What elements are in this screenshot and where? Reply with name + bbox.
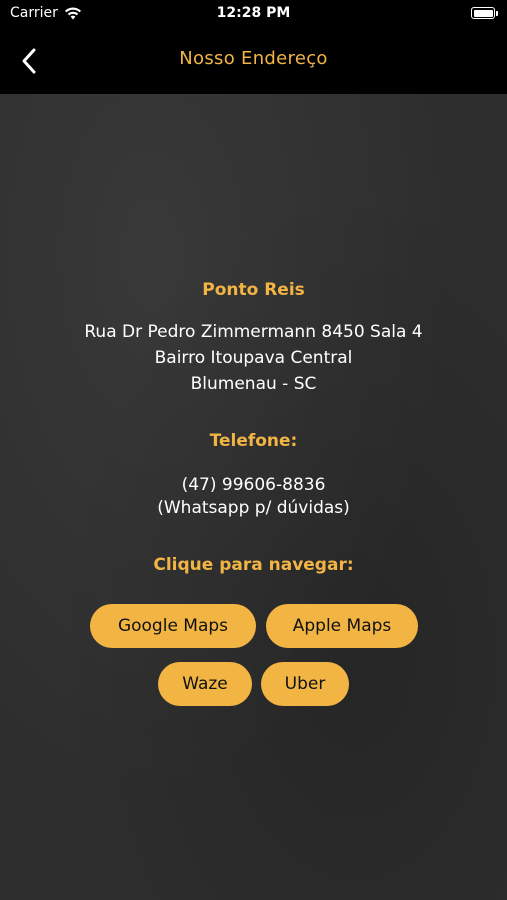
phone-title: Telefone:	[209, 431, 298, 451]
status-time: 12:28 PM	[216, 5, 291, 21]
address-content: Ponto Reis Rua Dr Pedro Zimmermann 8450 …	[0, 94, 507, 900]
place-name: Ponto Reis	[202, 280, 305, 300]
phone-number: (47) 99606-8836	[181, 475, 326, 495]
navigation-bar: Nosso Endereço	[0, 28, 507, 94]
address-line-3: Blumenau - SC	[190, 374, 317, 394]
page-title: Nosso Endereço	[179, 48, 328, 69]
address-line-1: Rua Dr Pedro Zimmermann 8450 Sala 4	[84, 322, 423, 342]
apple-maps-button[interactable]: Apple Maps	[266, 604, 418, 648]
battery-icon	[471, 7, 498, 19]
waze-button[interactable]: Waze	[158, 662, 252, 706]
phone-note: (Whatsapp p/ dúvidas)	[157, 498, 350, 518]
navigate-title: Clique para navegar:	[153, 555, 354, 575]
uber-button[interactable]: Uber	[261, 662, 349, 706]
google-maps-button[interactable]: Google Maps	[90, 604, 256, 648]
status-bar: Carrier 12:28 PM	[0, 0, 507, 28]
address-line-2: Bairro Itoupava Central	[154, 348, 353, 368]
